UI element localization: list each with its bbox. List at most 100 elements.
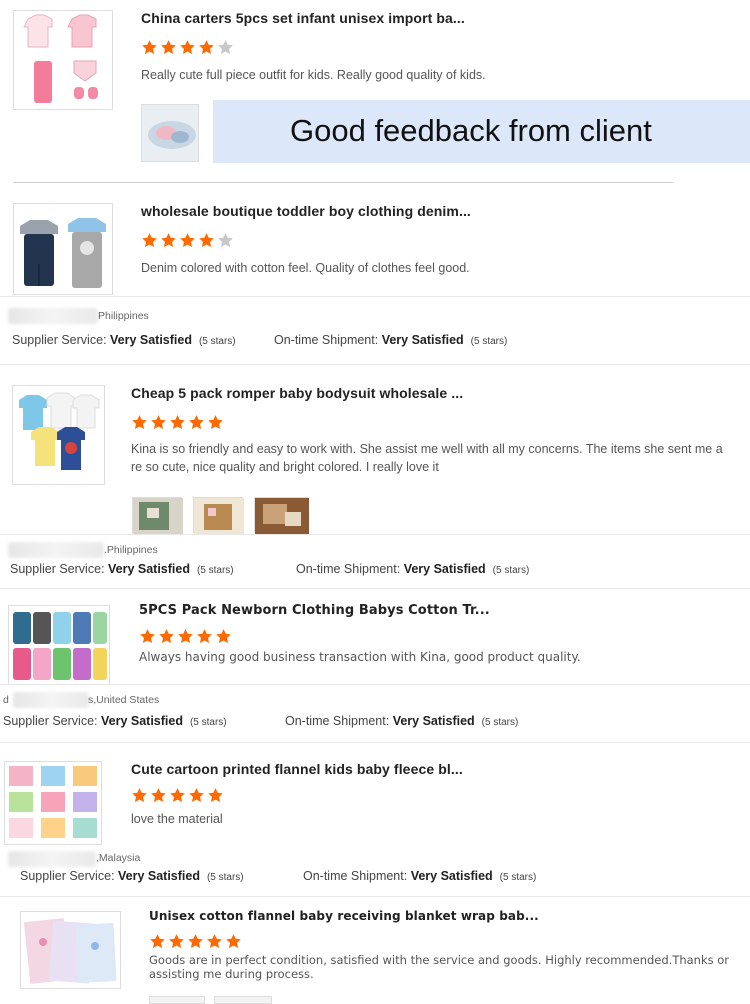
review-photo[interactable]: [141, 104, 199, 162]
product-thumbnail[interactable]: [12, 385, 105, 485]
review-comment: Really cute full piece outfit for kids. …: [141, 68, 486, 82]
shipment-label: On-time Shipment:: [285, 714, 390, 728]
product-title[interactable]: Cheap 5 pack romper baby bodysuit wholes…: [131, 385, 463, 401]
supplier-service-stars: (5 stars): [189, 717, 227, 728]
star-filled-icon: [132, 415, 147, 429]
supplier-service-value: Very Satisfied: [107, 562, 190, 576]
star-filled-icon: [180, 233, 195, 247]
feedback-banner: Good feedback from client: [213, 100, 750, 163]
review-photo[interactable]: [193, 497, 244, 534]
star-filled-icon: [216, 629, 231, 643]
product-title[interactable]: Unisex cotton flannel baby receiving bla…: [149, 909, 539, 923]
shipment-rating: On-time Shipment: Very Satisfied (5 star…: [285, 714, 518, 728]
star-filled-icon: [150, 934, 165, 948]
star-filled-icon: [207, 934, 222, 948]
product-thumbnail[interactable]: [20, 911, 121, 989]
star-filled-icon: [199, 40, 214, 54]
product-thumbnail[interactable]: [13, 203, 113, 295]
supplier-service-rating: Supplier Service: Very Satisfied (5 star…: [10, 562, 234, 576]
supplier-service-value: Very Satisfied: [117, 869, 200, 883]
shipment-value: Very Satisfied: [403, 562, 486, 576]
product-thumbnail[interactable]: [8, 605, 110, 685]
buyer-name-redacted: [13, 692, 89, 708]
star-empty-icon: [218, 40, 233, 54]
fleece-blanket-image: [5, 762, 101, 844]
star-filled-icon: [199, 233, 214, 247]
shipment-rating: On-time Shipment: Very Satisfied (5 star…: [296, 562, 529, 576]
star-filled-icon: [178, 629, 193, 643]
review-comment: Always having good business transaction …: [139, 650, 581, 664]
banner-text: Good feedback from client: [290, 113, 652, 148]
buyer-name-redacted: [8, 851, 96, 867]
supplier-service-rating: Supplier Service: Very Satisfied (5 star…: [12, 333, 236, 347]
star-filled-icon: [189, 415, 204, 429]
rating-stars: [131, 787, 224, 804]
supplier-service-rating: Supplier Service: Very Satisfied (5 star…: [20, 869, 244, 883]
buyer-country: .Philippines: [104, 544, 158, 556]
review-photo-image: [142, 105, 198, 161]
review-comment: Denim colored with cotton feel. Quality …: [141, 261, 470, 275]
product-title[interactable]: Cute cartoon printed flannel kids baby f…: [131, 761, 463, 777]
shipment-label: On-time Shipment:: [303, 869, 408, 883]
star-filled-icon: [197, 629, 212, 643]
review-photo[interactable]: [149, 996, 205, 1004]
product-thumbnail[interactable]: [13, 10, 113, 110]
buyer-name-redacted: [8, 542, 104, 558]
star-filled-icon: [140, 629, 155, 643]
romper-pack-image: [13, 386, 104, 484]
supplier-service-stars: (5 stars): [206, 872, 244, 883]
product-thumbnail[interactable]: [4, 761, 102, 845]
product-title[interactable]: wholesale boutique toddler boy clothing …: [141, 203, 471, 219]
shipment-rating: On-time Shipment: Very Satisfied (5 star…: [303, 869, 536, 883]
rating-stars: [131, 414, 224, 431]
rating-stars: [139, 628, 232, 645]
supplier-service-stars: (5 stars): [198, 336, 236, 347]
star-filled-icon: [161, 40, 176, 54]
supplier-service-rating: Supplier Service: Very Satisfied (5 star…: [3, 714, 227, 728]
supplier-service-value: Very Satisfied: [109, 333, 192, 347]
review-comment: Kina is so friendly and easy to work wit…: [131, 442, 723, 474]
buyer-country: Philippines: [98, 310, 149, 322]
shipment-stars: (5 stars): [492, 565, 530, 576]
review-photo[interactable]: [132, 497, 183, 534]
denim-overalls-image: [14, 204, 112, 294]
star-filled-icon: [170, 788, 185, 802]
review-photo[interactable]: [254, 497, 309, 534]
shipment-value: Very Satisfied: [410, 869, 493, 883]
review-photo[interactable]: [214, 996, 272, 1004]
divider: [0, 588, 750, 589]
star-filled-icon: [189, 788, 204, 802]
shipment-label: On-time Shipment:: [274, 333, 379, 347]
star-filled-icon: [161, 233, 176, 247]
buyer-country: ,Malaysia: [96, 852, 141, 864]
star-filled-icon: [151, 788, 166, 802]
supplier-service-label: Supplier Service:: [10, 562, 105, 576]
review-comment: Goods are in perfect condition, satisfie…: [149, 953, 730, 981]
star-filled-icon: [142, 40, 157, 54]
star-filled-icon: [159, 629, 174, 643]
star-filled-icon: [142, 233, 157, 247]
review-comment: love the material: [131, 812, 223, 826]
shipment-label: On-time Shipment:: [296, 562, 401, 576]
shipment-stars: (5 stars): [470, 336, 508, 347]
buyer-name-prefix: d: [3, 694, 9, 706]
divider: [0, 296, 750, 297]
supplier-service-value: Very Satisfied: [100, 714, 183, 728]
shipment-value: Very Satisfied: [381, 333, 464, 347]
review-photo-image: [194, 498, 244, 534]
buyer-name-redacted: [8, 308, 98, 324]
divider: [0, 534, 750, 535]
star-filled-icon: [208, 415, 223, 429]
rating-stars: [141, 39, 234, 56]
supplier-service-stars: (5 stars): [196, 565, 234, 576]
star-empty-icon: [218, 233, 233, 247]
buyer-country: s,United States: [88, 694, 160, 706]
shipment-value: Very Satisfied: [392, 714, 475, 728]
product-title[interactable]: 5PCS Pack Newborn Clothing Babys Cotton …: [139, 603, 490, 618]
star-filled-icon: [132, 788, 147, 802]
divider: [13, 182, 673, 183]
divider: [0, 684, 750, 685]
star-filled-icon: [226, 934, 241, 948]
product-title[interactable]: China carters 5pcs set infant unisex imp…: [141, 10, 465, 26]
supplier-service-label: Supplier Service:: [3, 714, 98, 728]
